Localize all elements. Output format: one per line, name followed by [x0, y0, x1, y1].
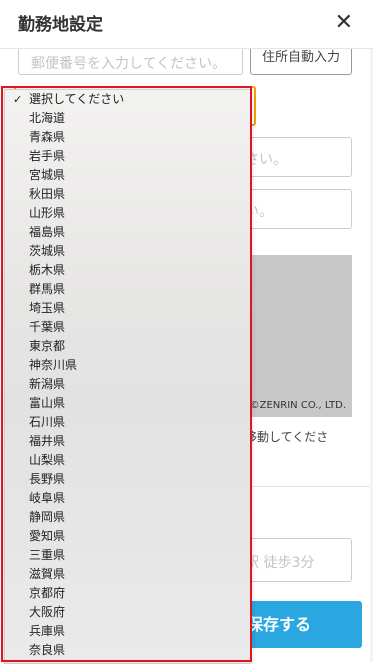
- address-placeholder-1: さい。: [245, 152, 287, 168]
- option-20[interactable]: 長野県: [5, 470, 250, 489]
- option-11[interactable]: 埼玉県: [5, 299, 250, 318]
- address-auto-input-button[interactable]: 住所自動入力: [250, 49, 352, 75]
- option-6[interactable]: 山形県: [5, 204, 250, 223]
- option-16[interactable]: 富山県: [5, 394, 250, 413]
- option-15[interactable]: 新潟県: [5, 375, 250, 394]
- option-13[interactable]: 東京都: [5, 337, 250, 356]
- option-23[interactable]: 愛知県: [5, 527, 250, 546]
- option-2[interactable]: 青森県: [5, 128, 250, 147]
- option-19[interactable]: 山梨県: [5, 451, 250, 470]
- station-placeholder: 駅 徒歩3分: [245, 555, 315, 571]
- modal-header: 勤務地設定 ✕: [0, 0, 373, 49]
- option-22[interactable]: 静岡県: [5, 508, 250, 527]
- option-24[interactable]: 三重県: [5, 546, 250, 565]
- option-5[interactable]: 秋田県: [5, 185, 250, 204]
- map-credit: ©ZENRIN CO., LTD.: [249, 400, 346, 411]
- option-18[interactable]: 福井県: [5, 432, 250, 451]
- option-29[interactable]: 奈良県: [5, 641, 250, 660]
- close-icon[interactable]: ✕: [335, 10, 353, 36]
- prefecture-dropdown-list[interactable]: ✓ 選択してください 北海道 青森県 岩手県 宮城県 秋田県 山形県 福島県 茨城…: [4, 89, 251, 664]
- postal-code-input[interactable]: 郵便番号を入力してください。: [18, 49, 243, 75]
- option-9[interactable]: 栃木県: [5, 261, 250, 280]
- option-3[interactable]: 岩手県: [5, 147, 250, 166]
- postal-code-placeholder: 郵便番号を入力してください。: [31, 56, 227, 72]
- option-8[interactable]: 茨城県: [5, 242, 250, 261]
- option-0[interactable]: ✓ 選択してください: [5, 90, 250, 109]
- option-17[interactable]: 石川県: [5, 413, 250, 432]
- option-12[interactable]: 千葉県: [5, 318, 250, 337]
- page-title: 勤務地設定: [18, 15, 103, 35]
- checkmark-icon: ✓: [13, 93, 23, 106]
- option-25[interactable]: 滋賀県: [5, 565, 250, 584]
- option-10[interactable]: 群馬県: [5, 280, 250, 299]
- option-1[interactable]: 北海道: [5, 109, 250, 128]
- option-21[interactable]: 岐阜県: [5, 489, 250, 508]
- divider: [230, 486, 373, 487]
- option-4[interactable]: 宮城県: [5, 166, 250, 185]
- option-14[interactable]: 神奈川県: [5, 356, 250, 375]
- option-7[interactable]: 福島県: [5, 223, 250, 242]
- option-27[interactable]: 大阪府: [5, 603, 250, 622]
- option-26[interactable]: 京都府: [5, 584, 250, 603]
- option-28[interactable]: 兵庫県: [5, 622, 250, 641]
- map-note: 移動してくださ: [245, 430, 329, 444]
